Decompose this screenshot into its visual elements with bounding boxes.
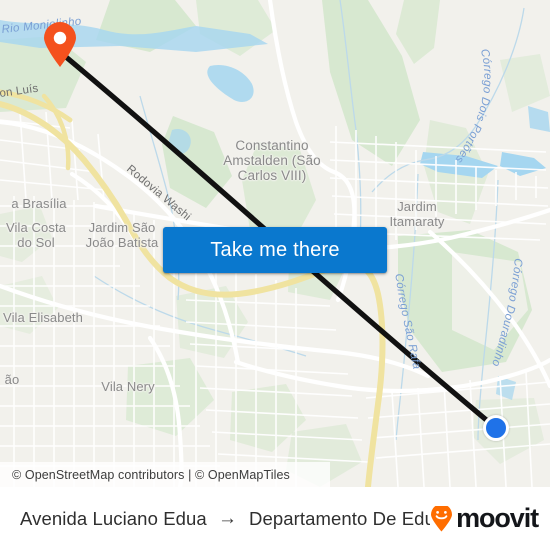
destination-map-dot[interactable]: [483, 415, 509, 441]
take-me-there-label: Take me there: [210, 238, 340, 261]
moovit-map-screen: Córrego Dois Portões Córrego São Rafael …: [0, 0, 550, 550]
map-attribution[interactable]: © OpenStreetMap contributors | © OpenMap…: [0, 462, 330, 487]
map-pin-icon: [44, 22, 76, 67]
trip-summary-bar: Avenida Luciano Eduard… → Departamento D…: [0, 487, 550, 550]
moovit-smiley-pin-icon: [431, 505, 453, 531]
moovit-logo[interactable]: moovit: [430, 503, 539, 533]
trip-origin-label[interactable]: Avenida Luciano Eduard…: [20, 508, 208, 530]
take-me-there-button[interactable]: Take me there: [163, 227, 387, 273]
attribution-text: © OpenStreetMap contributors | © OpenMap…: [12, 467, 290, 482]
moovit-wordmark: moovit: [456, 503, 539, 533]
arrow-right-icon: →: [217, 508, 237, 529]
origin-map-pin[interactable]: [43, 22, 77, 68]
trip-destination-label[interactable]: Departamento De Educ…: [249, 508, 430, 530]
map-canvas[interactable]: Córrego Dois Portões Córrego São Rafael …: [0, 0, 550, 487]
